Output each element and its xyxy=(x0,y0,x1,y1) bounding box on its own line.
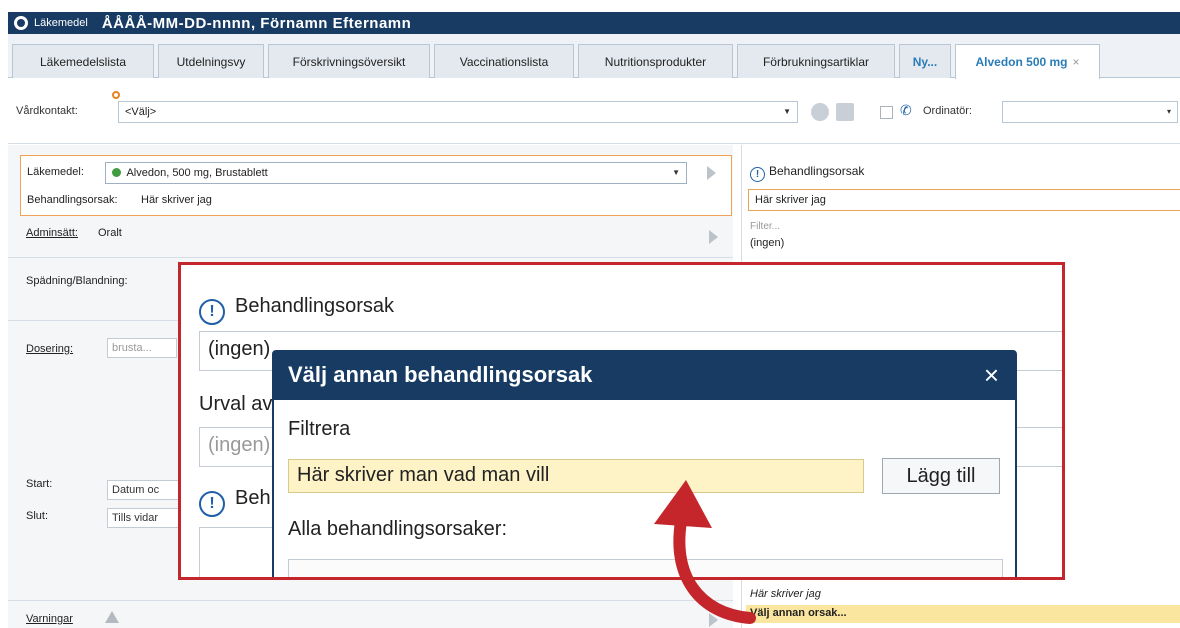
tab-lakemedelslista[interactable]: Läkemedelslista xyxy=(12,44,154,78)
app-logo-icon xyxy=(14,16,28,30)
filter-value: Här skriver man vad man vill xyxy=(297,464,550,486)
lakemedel-group: Läkemedel: Alvedon, 500 mg, Brustablett … xyxy=(20,155,732,216)
dropdown-arrow-icon: ▾ xyxy=(1166,107,1171,116)
context-toolbar: Vårdkontakt: <Välj> ▼ ✆ Ordinatör: ▾ xyxy=(8,79,1180,144)
adminsatt-label: Adminsätt: xyxy=(26,227,78,239)
varningar-label: Varningar xyxy=(26,613,73,625)
dosering-label: Dosering: xyxy=(26,343,74,355)
spadning-label: Spädning/Blandning: xyxy=(26,275,128,287)
drug-status-icon xyxy=(112,168,121,177)
zoom-field-value: (ingen) xyxy=(208,338,271,360)
tab-forskrivningsoversikt[interactable]: Förskrivningsöversikt xyxy=(268,44,430,78)
option-choose-other[interactable]: Välj annan orsak... xyxy=(746,605,1180,623)
tab-label: Förskrivningsöversikt xyxy=(292,54,406,69)
add-button[interactable]: Lägg till xyxy=(882,458,1000,494)
tab-vaccinationslista[interactable]: Vaccinationslista xyxy=(434,44,574,78)
dropdown-arrow-icon: ▼ xyxy=(783,107,791,116)
close-icon[interactable]: × xyxy=(1073,55,1080,69)
behandlingsorsak-value: Här skriver jag xyxy=(141,194,212,206)
zoom-field2-value: (ingen) xyxy=(208,434,271,456)
tab-label: Ny... xyxy=(912,54,938,69)
play-icon[interactable] xyxy=(707,166,716,180)
pane-heading-text: Behandlingsorsak xyxy=(769,164,865,178)
zoom-heading: ! Behandlingsorsak xyxy=(199,295,394,325)
all-reasons-label: Alla behandlingsorsaker: xyxy=(288,518,508,540)
patient-identity: ÅÅÅÅ-MM-DD-nnnn, Förnamn Efternamn xyxy=(101,14,412,32)
dropdown-arrow-icon: ▼ xyxy=(672,168,680,177)
tab-label: Nutritionsprodukter xyxy=(604,54,707,69)
info-icon: ! xyxy=(199,299,225,325)
print-icon[interactable] xyxy=(836,103,854,121)
ordinator-select[interactable]: ▾ xyxy=(1002,101,1178,123)
behandlingsorsak-select[interactable]: Här skriver jag xyxy=(748,189,1180,211)
behandlingsorsak-selected: Här skriver jag xyxy=(755,194,826,206)
tab-alvedon[interactable]: Alvedon 500 mg × xyxy=(955,44,1100,79)
app-name: Läkemedel xyxy=(34,17,88,29)
ordinator-label: Ordinatör: xyxy=(923,105,972,117)
pane-heading: ! Behandlingsorsak xyxy=(750,164,864,182)
dialog-title: Välj annan behandlingsorsak xyxy=(288,362,593,387)
filter-input[interactable]: Här skriver man vad man vill xyxy=(288,459,864,493)
slut-input[interactable]: Tills vidar xyxy=(107,508,179,528)
curved-arrow-icon xyxy=(654,480,756,624)
tab-nutritionsprodukter[interactable]: Nutritionsprodukter xyxy=(578,44,733,78)
tab-label: Läkemedelslista xyxy=(39,54,127,69)
slut-label: Slut: xyxy=(26,510,49,522)
title-bar: Läkemedel ÅÅÅÅ-MM-DD-nnnn, Förnamn Efter… xyxy=(8,12,1180,34)
dosering-input[interactable]: brusta... xyxy=(107,338,177,358)
info-icon: ! xyxy=(750,167,765,182)
filter-label: Filtrera xyxy=(288,418,351,440)
play-icon[interactable] xyxy=(709,230,718,244)
lakemedel-label: Läkemedel: xyxy=(27,166,84,178)
tab-label: Alvedon 500 mg xyxy=(975,55,1068,69)
zoom-beh-text: Beh xyxy=(235,487,271,509)
vardkontakt-label: Vårdkontakt: xyxy=(16,105,78,117)
lakemedel-select[interactable]: Alvedon, 500 mg, Brustablett ▼ xyxy=(105,162,687,184)
slut-value: Tills vidar xyxy=(112,512,159,524)
warning-icon xyxy=(105,611,119,623)
ordinator-checkbox[interactable] xyxy=(880,106,893,119)
tab-forbrukningsartiklar[interactable]: Förbrukningsartiklar xyxy=(737,44,895,78)
option-none[interactable]: (ingen) xyxy=(750,237,784,249)
divider xyxy=(8,600,733,601)
zoom-heading-text: Behandlingsorsak xyxy=(235,295,394,317)
close-icon[interactable]: × xyxy=(984,360,999,391)
adminsatt-value: Oralt xyxy=(98,227,122,239)
tab-label: Utdelningsvy xyxy=(176,54,246,69)
dialog-header: Välj annan behandlingsorsak × xyxy=(274,352,1015,400)
start-input[interactable]: Datum oc xyxy=(107,480,179,500)
tab-new[interactable]: Ny... xyxy=(899,44,951,78)
vardkontakt-select[interactable]: <Välj> ▼ xyxy=(118,101,798,123)
tab-utdelningsvy[interactable]: Utdelningsvy xyxy=(158,44,264,78)
required-dot-icon xyxy=(112,91,120,99)
info-icon: ! xyxy=(199,491,225,517)
zoom-beh-row: ! Beh xyxy=(199,487,271,517)
urval-label: Urval av xyxy=(199,393,273,415)
phone-icon: ✆ xyxy=(900,102,912,118)
filter-input[interactable]: Filter... xyxy=(750,221,780,232)
tab-label: Förbrukningsartiklar xyxy=(762,54,870,69)
start-value: Datum oc xyxy=(112,484,160,496)
start-label: Start: xyxy=(26,478,53,490)
behandlingsorsak-label: Behandlingsorsak: xyxy=(27,194,118,206)
tab-label: Vaccinationslista xyxy=(459,54,549,69)
zoom-callout: ! Behandlingsorsak (ingen) Urval av (inge… xyxy=(178,262,1065,580)
vardkontakt-value: <Välj> xyxy=(125,106,157,118)
settings-icon[interactable] xyxy=(811,103,829,121)
lakemedel-value: Alvedon, 500 mg, Brustablett xyxy=(126,167,268,179)
tab-bar: Läkemedelslista Utdelningsvy Förskrivnin… xyxy=(8,34,1180,79)
divider xyxy=(8,257,733,258)
option-custom[interactable]: Här skriver jag xyxy=(750,588,821,600)
dosering-placeholder: brusta... xyxy=(112,342,152,354)
